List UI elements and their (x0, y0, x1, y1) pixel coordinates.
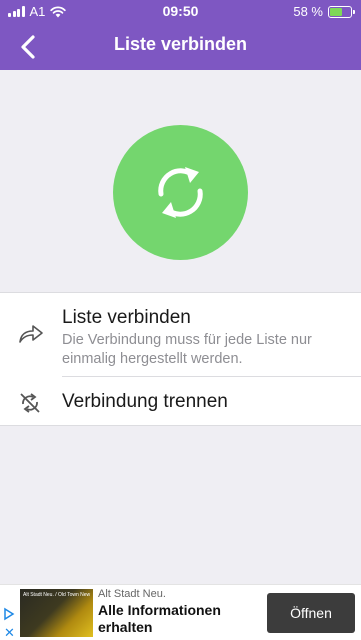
ad-image[interactable]: Alt Stadt Neu. / Old Town New (20, 589, 93, 637)
battery-level (330, 7, 342, 16)
sync-off-icon (20, 393, 40, 413)
disconnect-title: Verbindung trennen (62, 391, 228, 412)
connect-list-title: Liste verbinden (62, 307, 191, 328)
status-right: 58 % (293, 4, 355, 19)
ad-headline[interactable]: Alle Informationen erhalten (98, 602, 258, 636)
connect-list-description: Die Verbindung muss für jede Liste nur e… (62, 332, 312, 367)
share-arrow-icon (19, 325, 43, 343)
sync-button[interactable] (113, 125, 248, 260)
status-bar: A1 09:50 58 % (0, 0, 361, 22)
ad-choices-icon[interactable] (2, 607, 16, 621)
app-header: A1 09:50 58 % Liste verbinden (0, 0, 361, 70)
sync-icon (158, 167, 203, 218)
ad-image-text: Alt Stadt Neu. / Old Town New (23, 592, 91, 598)
hero-section (0, 70, 361, 292)
ad-sponsor: Alt Stadt Neu. (98, 588, 166, 600)
connect-list-row[interactable]: Liste verbinden Die Verbindung muss für … (0, 293, 361, 377)
page-title: Liste verbinden (113, 34, 248, 54)
navigation-bar: Liste verbinden (0, 22, 361, 70)
battery-percent: 58 % (293, 4, 323, 19)
battery-icon (328, 5, 355, 18)
ad-open-button[interactable]: Öffnen (267, 593, 355, 633)
ad-banner[interactable]: ✕ Alt Stadt Neu. / Old Town New Alt Stad… (0, 584, 361, 640)
action-list: Liste verbinden Die Verbindung muss für … (0, 292, 361, 426)
disconnect-row[interactable]: Verbindung trennen (0, 377, 361, 427)
ad-close-icon[interactable]: ✕ (4, 625, 15, 640)
